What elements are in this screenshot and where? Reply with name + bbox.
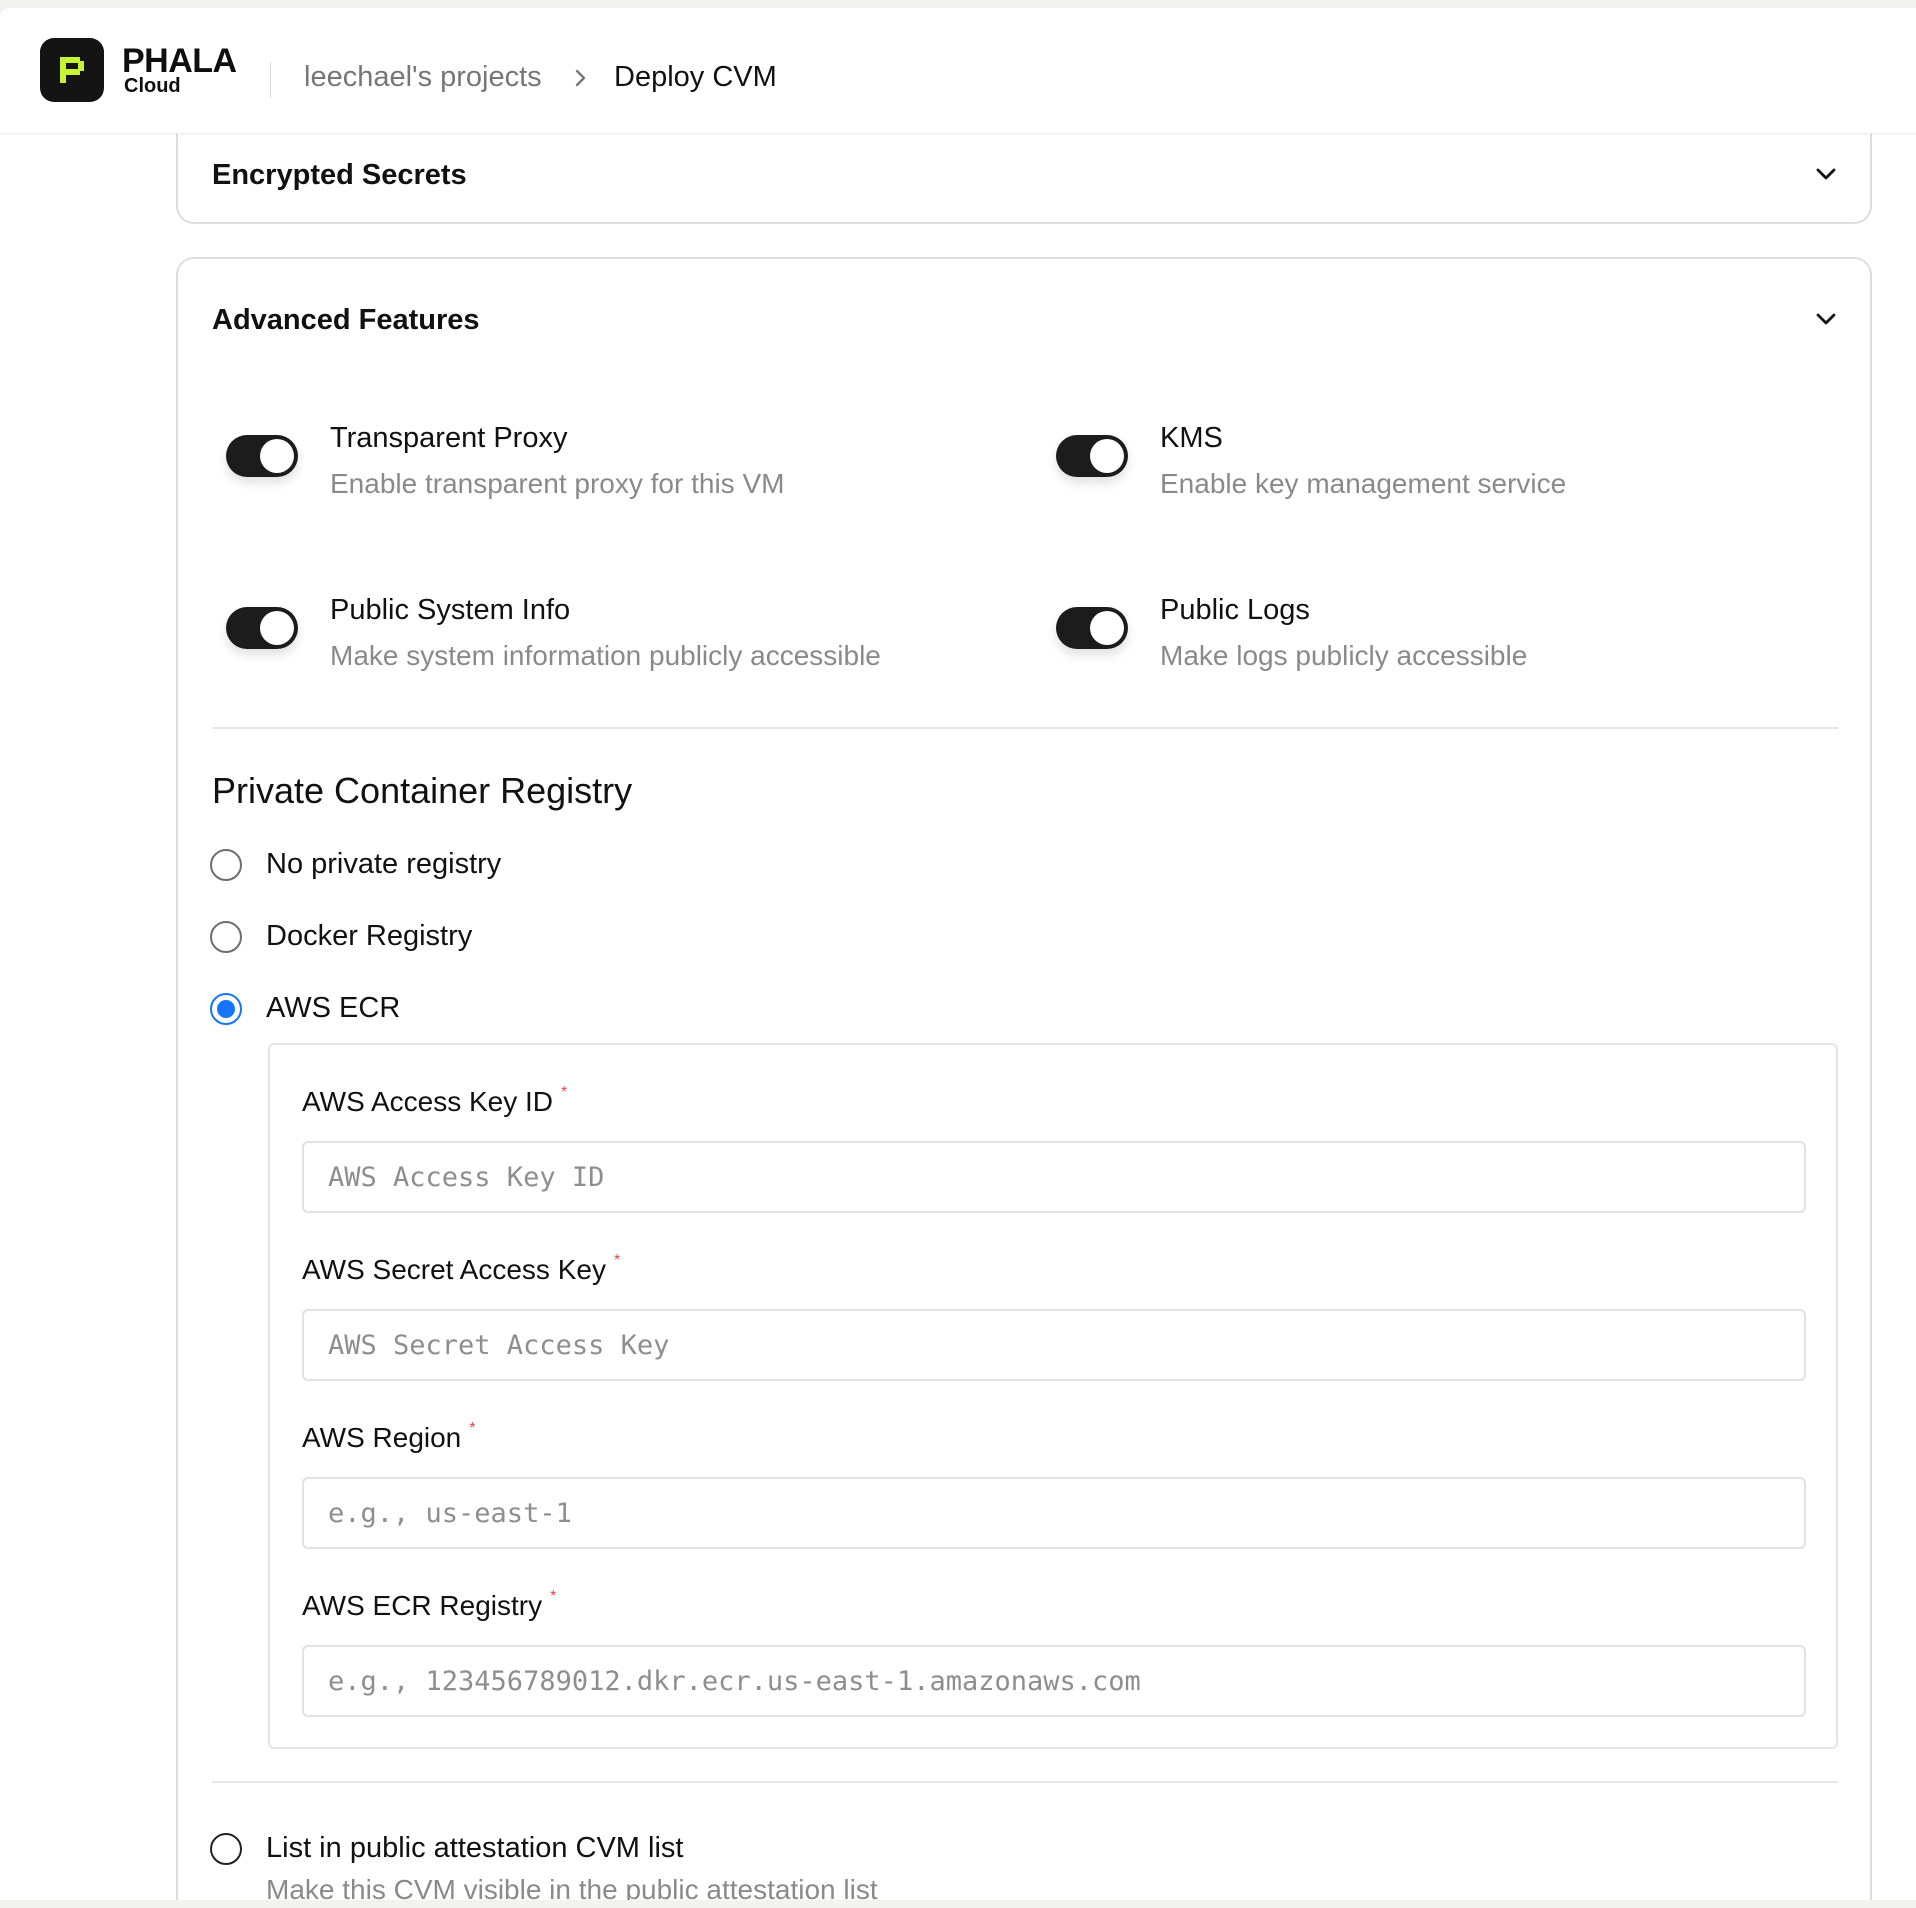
radio-label[interactable]: AWS ECR	[266, 991, 400, 1026]
aws-ecr-form: AWS Access Key ID* AWS Secret Access Key…	[268, 1043, 1838, 1749]
brand-subtitle: Cloud	[124, 75, 181, 97]
chevron-down-icon[interactable]	[1814, 166, 1838, 187]
toggle-label: Public Logs	[1160, 594, 1310, 626]
breadcrumb-project-link[interactable]: leechael's projects	[304, 60, 542, 95]
aws-ecr-registry-input[interactable]	[302, 1645, 1806, 1717]
registry-section-title: Private Container Registry	[212, 770, 633, 811]
public-attestation-description: Make this CVM visible in the public atte…	[266, 1874, 878, 1900]
page: PHALA Cloud leechael's projects Deploy C…	[0, 8, 1916, 1900]
header-divider	[270, 62, 271, 98]
radio-button[interactable]	[210, 849, 242, 881]
advanced-features-panel: Advanced Features Transparent Proxy Enab…	[176, 257, 1872, 1900]
radio-label[interactable]: No private registry	[266, 847, 501, 882]
radio-button[interactable]	[210, 921, 242, 953]
chevron-down-icon[interactable]	[1814, 311, 1838, 332]
advanced-features-title: Advanced Features	[212, 304, 480, 336]
breadcrumb-current: Deploy CVM	[614, 61, 777, 93]
aws-region-label: AWS Region *	[302, 1420, 476, 1453]
top-header: PHALA Cloud leechael's projects Deploy C…	[0, 8, 1916, 134]
public-logs-switch[interactable]	[1056, 607, 1128, 649]
toggle-description: Make system information publicly accessi…	[330, 640, 881, 671]
toggle-description: Enable key management service	[1160, 468, 1567, 499]
section-divider	[212, 727, 1838, 729]
aws-secret-access-key-input[interactable]	[302, 1309, 1806, 1381]
radio-label[interactable]: Docker Registry	[266, 919, 472, 954]
aws-access-key-id-label: AWS Access Key ID *	[302, 1084, 568, 1117]
aws-access-key-id-input[interactable]	[302, 1141, 1806, 1213]
aws-region-input[interactable]	[302, 1477, 1806, 1549]
public-system-info-switch[interactable]	[226, 607, 298, 649]
brand-name: PHALA	[122, 42, 237, 80]
transparent-proxy-switch[interactable]	[226, 435, 298, 477]
chevron-right-icon	[572, 66, 590, 95]
radio-button[interactable]	[210, 1833, 242, 1865]
aws-secret-access-key-label: AWS Secret Access Key *	[302, 1252, 621, 1285]
toggle-description: Enable transparent proxy for this VM	[330, 468, 785, 499]
encrypted-secrets-title: Encrypted Secrets	[212, 159, 467, 191]
toggle-label: Transparent Proxy	[330, 422, 568, 454]
aws-ecr-registry-label: AWS ECR Registry *	[302, 1588, 557, 1621]
kms-switch[interactable]	[1056, 435, 1128, 477]
toggle-label: Public System Info	[330, 594, 571, 626]
public-attestation-label[interactable]: List in public attestation CVM list	[266, 1831, 683, 1866]
phala-logo-icon[interactable]	[40, 38, 104, 102]
radio-button[interactable]	[210, 993, 242, 1025]
toggle-label: KMS	[1160, 422, 1223, 454]
toggle-description: Make logs publicly accessible	[1160, 640, 1528, 671]
section-divider	[212, 1781, 1838, 1783]
